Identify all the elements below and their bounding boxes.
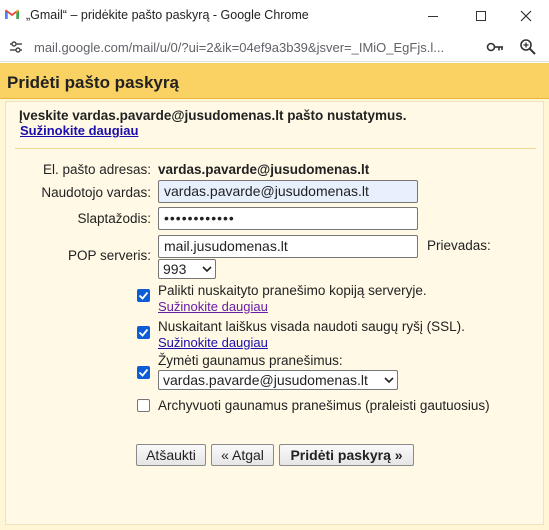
checkmark-icon <box>138 291 149 300</box>
password-label: Slaptažodis: <box>77 211 151 226</box>
maximize-button[interactable] <box>458 0 504 32</box>
pop-server-label: POP serveris: <box>67 248 151 263</box>
url-text[interactable]: mail.google.com/mail/u/0/?ui=2&ik=04ef9a… <box>34 40 479 55</box>
add-account-dialog: Pridėti pašto paskyrą Įveskite vardas.pa… <box>0 63 549 530</box>
window-title: „Gmail“ – pridėkite pašto paskyrą - Goog… <box>26 8 309 22</box>
tune-icon[interactable] <box>8 39 24 55</box>
add-account-button[interactable]: Pridėti paskyrą » <box>279 444 414 466</box>
password-input[interactable]: •••••••••••• <box>158 207 418 230</box>
close-icon <box>520 10 532 22</box>
ssl-learn-more-link[interactable]: Sužinokite daugiau <box>158 335 268 350</box>
back-button[interactable]: « Atgal <box>211 444 274 466</box>
label-select-value: vardas.pavarde@jusudomenas.lt <box>163 372 368 388</box>
label-incoming-label[interactable]: Žymėti gaunamus pranešimus: <box>158 353 343 368</box>
label-incoming-checkbox[interactable] <box>137 366 150 379</box>
minimize-icon <box>428 16 438 17</box>
pop-server-input[interactable]: mail.jusudomenas.lt <box>158 235 418 258</box>
divider <box>15 148 536 149</box>
archive-checkbox[interactable] <box>137 399 150 412</box>
label-select[interactable]: vardas.pavarde@jusudomenas.lt <box>158 370 398 390</box>
ssl-checkbox[interactable] <box>137 326 150 339</box>
intro-text: Įveskite vardas.pavarde@jusudomenas.lt p… <box>19 108 407 123</box>
username-input[interactable]: vardas.pavarde@jusudomenas.lt <box>158 180 418 203</box>
chevron-down-icon <box>384 377 394 384</box>
dialog-body: Įveskite vardas.pavarde@jusudomenas.lt p… <box>5 101 544 525</box>
intro-learn-more-link[interactable]: Sužinokite daugiau <box>20 123 138 138</box>
checkmark-icon <box>138 368 149 377</box>
username-label: Naudotojo vardas: <box>41 185 151 200</box>
port-select[interactable]: 993 <box>158 259 216 279</box>
chevron-down-icon <box>202 266 212 273</box>
dialog-title: Pridėti pašto paskyrą <box>7 73 179 92</box>
leave-copy-label[interactable]: Palikti nuskaityto pranešimo kopiją serv… <box>158 283 427 298</box>
key-icon[interactable] <box>486 40 504 54</box>
cancel-button[interactable]: Atšaukti <box>136 444 206 466</box>
ssl-label[interactable]: Nuskaitant laiškus visada naudoti saugų … <box>158 319 465 334</box>
leave-copy-learn-more-link[interactable]: Sužinokite daugiau <box>158 299 268 314</box>
zoom-icon[interactable] <box>519 38 537 56</box>
archive-label[interactable]: Archyvuoti gaunamus pranešimus (praleist… <box>158 398 490 413</box>
address-bar: mail.google.com/mail/u/0/?ui=2&ik=04ef9a… <box>0 32 549 62</box>
checkmark-icon <box>138 328 149 337</box>
close-window-button[interactable] <box>503 0 549 32</box>
email-label: El. pašto adresas: <box>42 162 151 177</box>
leave-copy-checkbox[interactable] <box>137 289 150 302</box>
dialog-header: Pridėti pašto paskyrą <box>0 63 549 99</box>
port-label: Prievadas: <box>427 238 491 253</box>
minimize-button[interactable] <box>410 0 456 32</box>
port-select-value: 993 <box>163 261 187 277</box>
window-title-bar: „Gmail“ – pridėkite pašto paskyrą - Goog… <box>0 0 549 32</box>
email-value: vardas.pavarde@jusudomenas.lt <box>158 162 370 177</box>
gmail-logo <box>5 9 19 19</box>
maximize-icon <box>476 11 486 21</box>
